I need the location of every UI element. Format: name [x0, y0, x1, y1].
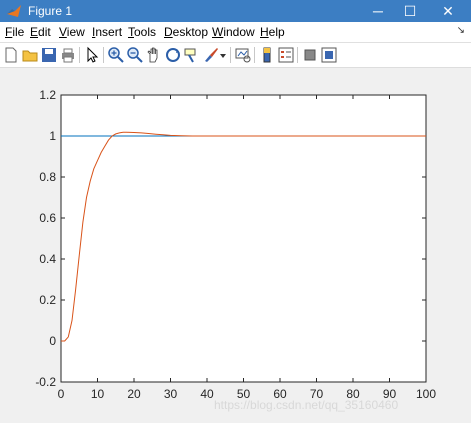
colorbar-icon[interactable] — [258, 46, 276, 64]
legend-icon[interactable] — [277, 46, 295, 64]
toolbar-separator — [79, 47, 80, 63]
y-tick-label: 1.2 — [39, 88, 56, 102]
title-bar: Figure 1 ─ ☐ ✕ — [0, 0, 471, 22]
zoom-in-icon[interactable] — [107, 46, 125, 64]
maximize-button[interactable]: ☐ — [394, 0, 426, 22]
minimize-button[interactable]: ─ — [362, 0, 394, 22]
menu-desktop[interactable]: Desktop — [164, 25, 208, 39]
toolbar-separator — [297, 47, 298, 63]
zoom-out-icon[interactable] — [126, 46, 144, 64]
menu-bar: File Edit View Insert Tools Desktop Wind… — [0, 22, 471, 43]
window-title: Figure 1 — [28, 4, 73, 18]
show-plot-tools-icon[interactable] — [320, 46, 338, 64]
figure-toolbar — [0, 43, 471, 68]
close-button[interactable]: ✕ — [432, 0, 464, 22]
link-plot-icon[interactable] — [234, 46, 252, 64]
axes-background — [60, 94, 427, 383]
close-icon: ✕ — [442, 3, 454, 19]
data-cursor-icon[interactable] — [183, 46, 201, 64]
watermark-text: https://blog.csdn.net/qq_35160460 — [214, 398, 399, 412]
y-tick-label: 0.6 — [39, 211, 56, 225]
menu-insert[interactable]: Insert — [92, 25, 122, 39]
new-figure-icon[interactable] — [2, 46, 20, 64]
y-tick-label: 0 — [49, 334, 56, 348]
print-icon[interactable] — [59, 46, 77, 64]
maximize-icon: ☐ — [403, 3, 417, 19]
toolbar-separator — [254, 47, 255, 63]
menu-window[interactable]: Window — [212, 25, 255, 39]
toolbar-separator — [103, 47, 104, 63]
figure-canvas[interactable]: 0 10 20 30 40 50 60 70 80 90 100 -0.2 0 0.2 0.4 0.6 0.8 1… — [0, 68, 471, 418]
save-icon[interactable] — [40, 46, 58, 64]
menu-file[interactable]: File — [5, 25, 24, 39]
x-tick-label: 10 — [91, 387, 105, 401]
y-tick-label: 0.2 — [39, 293, 56, 307]
menu-edit[interactable]: Edit — [30, 25, 51, 39]
y-tick-label: 0.8 — [39, 170, 56, 184]
x-tick-label: 20 — [127, 387, 141, 401]
rotate-3d-icon[interactable] — [164, 46, 182, 64]
hide-plot-tools-icon[interactable] — [301, 46, 319, 64]
toolbar-separator — [230, 47, 231, 63]
plot-axes[interactable]: 0 10 20 30 40 50 60 70 80 90 100-0.200.20.40.60.81… — [0, 68, 471, 418]
y-tick-label: 0.4 — [39, 252, 56, 266]
menu-help[interactable]: Help — [260, 25, 285, 39]
y-tick-label: -0.2 — [35, 375, 56, 389]
menu-tools[interactable]: Tools — [128, 25, 156, 39]
x-tick-label: 30 — [164, 387, 178, 401]
minimize-icon: ─ — [373, 3, 383, 19]
pan-hand-icon[interactable] — [145, 46, 163, 64]
menu-view[interactable]: View — [59, 25, 85, 39]
select-arrow-icon[interactable] — [83, 46, 101, 64]
x-tick-label: 40 — [200, 387, 214, 401]
y-tick-label: 1 — [49, 129, 56, 143]
x-tick-label: 100 — [416, 387, 436, 401]
open-file-icon[interactable] — [21, 46, 39, 64]
brush-dropdown-icon[interactable] — [218, 46, 228, 64]
matlab-logo-icon — [7, 5, 21, 17]
dock-arrow-icon[interactable]: ↘ — [457, 25, 465, 36]
x-tick-label: 0 — [58, 387, 65, 401]
